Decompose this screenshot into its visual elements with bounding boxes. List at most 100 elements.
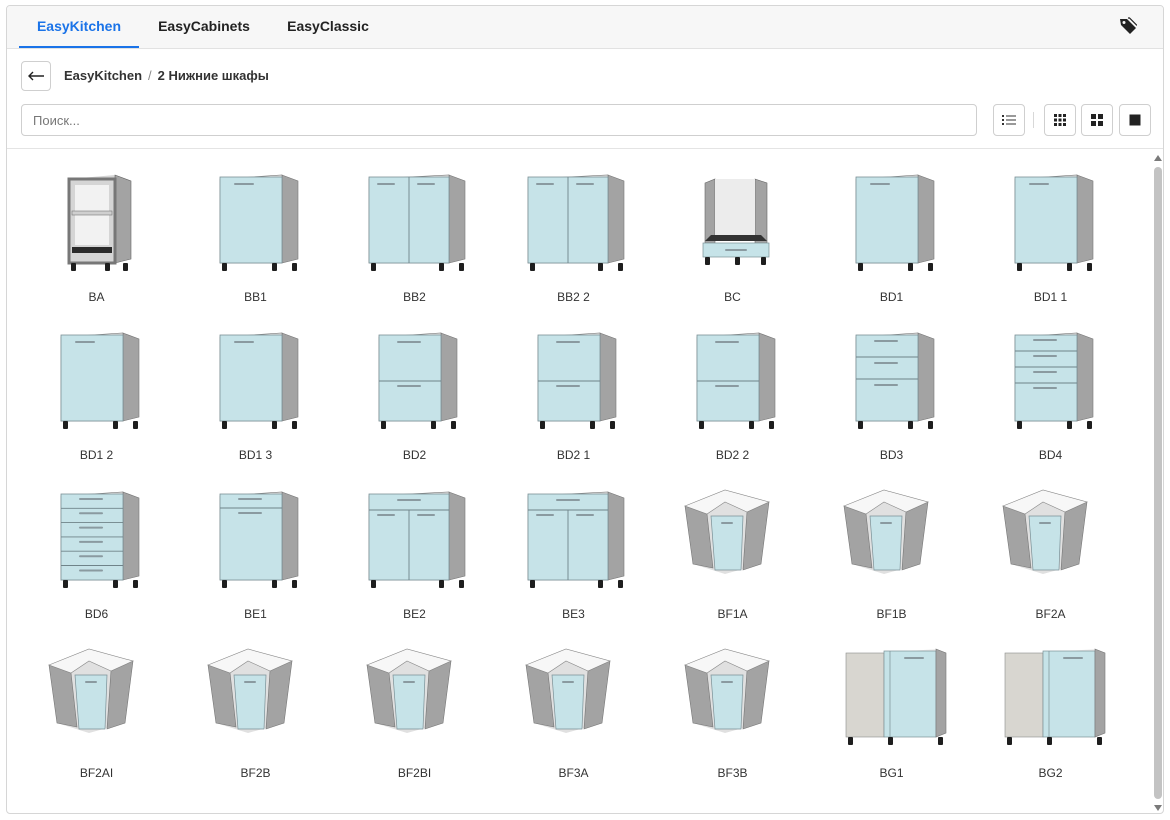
breadcrumb: EasyKitchen / 2 Нижние шкафы [64,68,269,83]
cabinet-item[interactable]: BD2 [335,307,494,465]
cabinet-item[interactable]: BD3 [812,307,971,465]
cabinet-thumbnail [60,332,140,429]
cabinet-label: BE2 [403,607,426,621]
cabinet-item[interactable]: BB2 [335,149,494,307]
cabinet-item[interactable]: BD2 2 [653,307,812,465]
cabinet-item[interactable]: BE3 [494,466,653,624]
grid-medium-icon [1091,114,1103,126]
cabinet-thumbnail [207,648,293,733]
cabinet-thumbnail [845,648,947,745]
cabinet-label: BD4 [1038,448,1063,462]
cabinet-thumbnail [527,174,625,271]
cabinet-thumbnail [48,648,134,733]
cabinet-item[interactable]: BF3A [494,625,653,783]
cabinet-label: BF1A [717,607,748,621]
cabinet-label: BF2A [1035,607,1066,621]
cabinet-item[interactable]: BF2AI [17,625,176,783]
list-view-button[interactable] [993,104,1025,136]
cabinet-item[interactable]: BC [653,149,812,307]
cabinet-grid: BA BB1 BB2 BB2 2 BC BD1 BD1 1 BD1 2 BD1 … [7,149,1151,813]
cabinet-thumbnail [843,489,929,574]
breadcrumb-root[interactable]: EasyKitchen [64,68,142,83]
tab-easykitchen[interactable]: EasyKitchen [19,6,139,48]
cabinet-thumbnail [684,648,770,733]
cabinet-thumbnail [537,332,617,429]
cabinet-label: BF2AI [79,766,114,780]
cabinet-item[interactable]: BD6 [17,466,176,624]
cabinet-thumbnail [855,174,935,271]
view-divider [1033,112,1034,128]
cabinet-label: BE3 [562,607,585,621]
cabinet-label: BD3 [879,448,904,462]
cabinet-thumbnail [366,648,452,733]
cabinet-thumbnail [378,332,458,429]
tab-bar: EasyKitchen EasyCabinets EasyClassic [7,6,1163,49]
cabinet-thumbnail [696,332,776,429]
small-grid-view-button[interactable] [1044,104,1076,136]
cabinet-thumbnail [1014,332,1094,429]
tab-easyclassic[interactable]: EasyClassic [273,6,383,48]
cabinet-label: BB2 [403,290,426,304]
cabinet-label: BF1B [876,607,907,621]
grid-small-icon [1054,114,1066,126]
cabinet-item[interactable]: BD2 1 [494,307,653,465]
cabinet-item[interactable]: BF1A [653,466,812,624]
cabinet-item[interactable]: BF3B [653,625,812,783]
scrollbar[interactable] [1152,151,1163,811]
cabinet-thumbnail [525,648,611,733]
cabinet-item[interactable]: BG1 [812,625,971,783]
cabinet-item[interactable]: BD1 2 [17,307,176,465]
cabinet-label: BD2 1 [556,448,591,462]
cabinet-thumbnail [219,174,299,271]
cabinet-label: BB2 2 [557,290,590,304]
cabinet-thumbnail [60,491,140,588]
list-icon [1002,115,1016,125]
cabinet-thumbnail [219,491,299,588]
search-input[interactable] [21,104,977,136]
cabinet-item[interactable]: BF1B [812,466,971,624]
tab-easycabinets[interactable]: EasyCabinets [145,6,263,48]
arrow-left-icon [28,71,44,81]
cabinet-item[interactable]: BE2 [335,466,494,624]
cabinet-item[interactable]: BD1 [812,149,971,307]
grid-large-icon [1129,114,1141,126]
breadcrumb-separator: / [148,68,152,83]
scroll-down-arrow[interactable] [1154,805,1162,811]
cabinet-thumbnail [684,489,770,574]
cabinet-item[interactable]: BE1 [176,466,335,624]
cabinet-thumbnail [702,178,770,265]
cabinet-item[interactable]: BA [17,149,176,307]
cabinet-label: BF2BI [397,766,432,780]
cabinet-item[interactable]: BF2B [176,625,335,783]
medium-grid-view-button[interactable] [1081,104,1113,136]
cabinet-item[interactable]: BD1 3 [176,307,335,465]
cabinet-thumbnail [368,491,466,588]
back-button[interactable] [21,61,51,91]
cabinet-thumbnail [219,332,299,429]
cabinet-item[interactable]: BD1 1 [971,149,1130,307]
cabinet-item[interactable]: BB1 [176,149,335,307]
cabinet-label: BE1 [244,607,267,621]
scroll-thumb[interactable] [1154,167,1162,799]
cabinet-label: BD2 [402,448,427,462]
cabinet-label: BC [724,290,741,304]
breadcrumb-current: 2 Нижние шкафы [157,68,269,83]
cabinet-label: BD1 3 [238,448,273,462]
cabinet-label: BD6 [84,607,109,621]
scroll-up-arrow[interactable] [1154,155,1162,161]
cabinet-label: BD1 [879,290,904,304]
cabinet-thumbnail [1004,648,1106,745]
cabinet-item[interactable]: BD4 [971,307,1130,465]
cabinet-label: BF2B [240,766,271,780]
cabinet-item[interactable]: BB2 2 [494,149,653,307]
cabinet-item[interactable]: BF2BI [335,625,494,783]
cabinet-label: BG2 [1038,766,1063,780]
large-grid-view-button[interactable] [1119,104,1151,136]
cabinet-label: BG1 [879,766,904,780]
tag-icon[interactable] [1119,17,1139,37]
cabinet-thumbnail [855,332,935,429]
cabinet-label: BD1 2 [79,448,114,462]
cabinet-thumbnail [67,174,132,271]
cabinet-item[interactable]: BF2A [971,466,1130,624]
cabinet-item[interactable]: BG2 [971,625,1130,783]
